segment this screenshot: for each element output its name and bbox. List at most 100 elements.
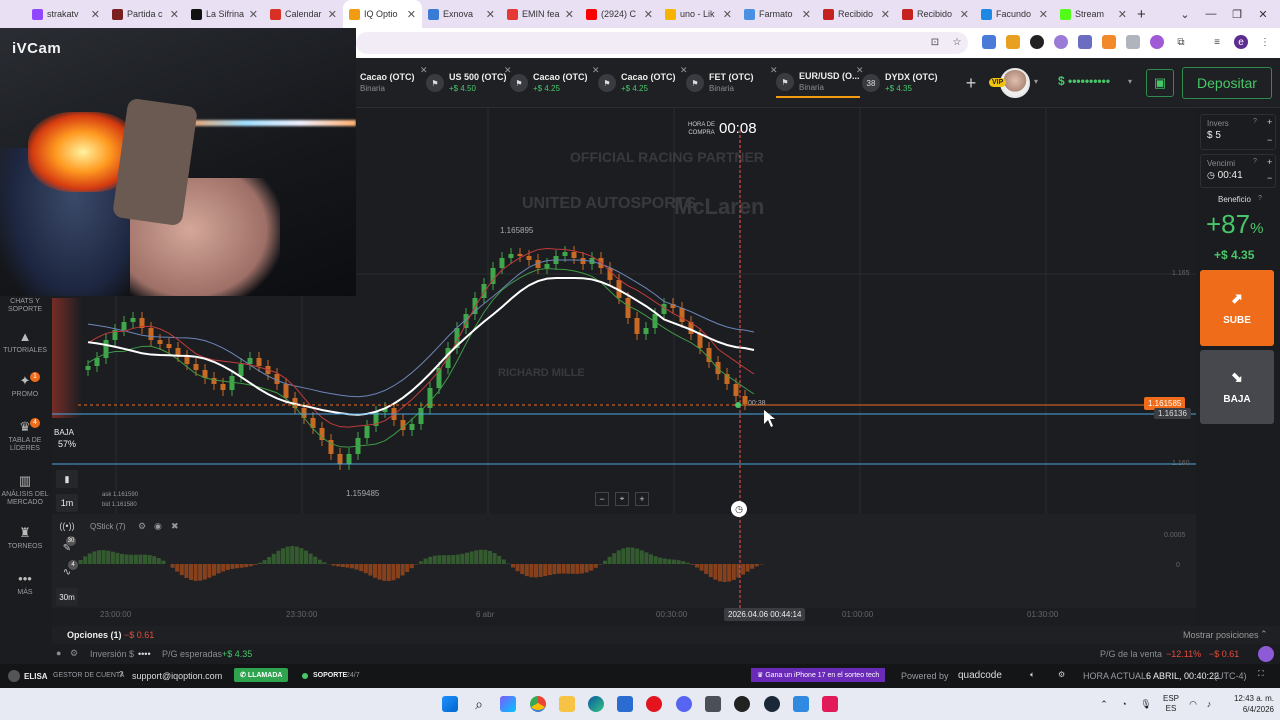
start-windows-icon[interactable]	[442, 696, 458, 712]
sidebar-item-tournaments[interactable]: ♜ TORNEOS	[0, 526, 50, 551]
omnibox[interactable]	[356, 32, 968, 54]
call-button[interactable]: ✆ LLAMADA	[234, 668, 289, 682]
candle-type-button[interactable]: ▮	[56, 470, 78, 488]
sidebar-item-chat-support[interactable]: CHATS Y SOPORTE	[0, 298, 50, 314]
tab-close-icon[interactable]: ✕	[91, 8, 100, 21]
microphone-icon[interactable]: 🎙︎	[1138, 688, 1154, 720]
expiry-value-row[interactable]: ◷ 00:41	[1201, 168, 1275, 181]
extension-icon-3[interactable]	[1054, 35, 1068, 49]
install-app-icon[interactable]: ⊡	[928, 35, 942, 49]
asset-tab[interactable]: ✕ ⚑ Cacao (OTC) +$ 4.25	[592, 65, 676, 98]
obs-icon[interactable]	[734, 696, 750, 712]
footer-settings-icon[interactable]: ⚙	[1058, 670, 1065, 679]
asset-close-icon[interactable]: ✕	[856, 65, 864, 76]
sidebar-item-leaderboard[interactable]: ♛ TABLA DE LÍDERES 4	[0, 418, 50, 453]
tab-close-icon[interactable]: ✕	[960, 8, 969, 21]
chat-bubble-icon[interactable]	[1258, 646, 1274, 662]
sidebar-item-market-analysis[interactable]: ▥ ANÁLISIS DEL MERCADO	[0, 474, 50, 507]
asset-tab[interactable]: Cacao (OTC) Binaria	[360, 68, 415, 98]
browser-tab[interactable]: Calendar ✕	[264, 0, 343, 28]
steam-icon[interactable]	[764, 696, 780, 712]
zoom-in-button[interactable]: +	[635, 492, 649, 506]
investment-increase-button[interactable]: +	[1267, 117, 1272, 127]
asset-tab[interactable]: ✕ ⚑ FET (OTC) Binaria	[680, 65, 754, 98]
asset-tab[interactable]: ✕ ⚑ US 500 (OTC) +$ 4.50	[420, 65, 507, 98]
timeframe-button[interactable]: 1m	[56, 494, 78, 512]
tab-close-icon[interactable]: ✕	[249, 8, 258, 21]
indicator-visibility-icon[interactable]: ◉	[154, 521, 162, 532]
sidebar-item-tutorials[interactable]: ▲ TUTORIALES	[0, 330, 50, 355]
balance-display[interactable]: $ ••••••••••	[1058, 74, 1110, 88]
balance-dropdown-icon[interactable]: ▾	[1128, 77, 1132, 86]
down-button[interactable]: ⬊ BAJA	[1200, 350, 1274, 424]
expiry-increase-button[interactable]: +	[1267, 157, 1272, 167]
tab-close-icon[interactable]: ✕	[170, 8, 179, 21]
show-positions-button[interactable]: Mostrar posiciones	[1183, 630, 1259, 640]
asset-close-icon[interactable]: ✕	[420, 65, 428, 76]
indicator-settings-icon[interactable]: ⚙	[138, 521, 146, 532]
zoom-out-button[interactable]: −	[595, 492, 609, 506]
tray-app-icon[interactable]: ◔	[1116, 688, 1132, 720]
sidebar-item-more[interactable]: ••• MÁS	[0, 572, 50, 597]
tab-close-icon[interactable]: ✕	[723, 8, 732, 21]
settings-icon[interactable]: ⚙	[70, 648, 78, 659]
tab-close-icon[interactable]: ✕	[881, 8, 890, 21]
indicator-name[interactable]: QStick (7)	[90, 522, 126, 531]
browser-tab[interactable]: strakatv ✕	[0, 0, 106, 28]
deposit-button[interactable]: Depositar	[1182, 67, 1272, 99]
browser-tab[interactable]: Partida c ✕	[106, 0, 185, 28]
opera-icon[interactable]	[646, 696, 662, 712]
new-tab-button[interactable]: +	[1137, 6, 1146, 23]
volume-icon[interactable]: 🔈︎	[1030, 670, 1035, 680]
cashier-icon[interactable]: ▣	[1146, 69, 1174, 97]
sidebar-item-promo[interactable]: ✦ PROMO 1	[0, 372, 50, 399]
tab-close-icon[interactable]: ✕	[486, 8, 495, 21]
extension-icon-4[interactable]	[1078, 35, 1092, 49]
asset-close-icon[interactable]: ✕	[680, 65, 688, 76]
shield-extension-icon[interactable]	[1126, 35, 1140, 49]
browser-tab[interactable]: Recibido ✕	[896, 0, 975, 28]
search-icon[interactable]: ⌕	[471, 696, 487, 712]
calculator-icon[interactable]	[705, 696, 721, 712]
extension-icon-2[interactable]	[1030, 35, 1044, 49]
browser-tab[interactable]: Farmato ✕	[738, 0, 817, 28]
tab-close-icon[interactable]: ✕	[1039, 8, 1048, 21]
expiry-clock-icon[interactable]: ◷	[731, 501, 747, 517]
fullscreen-icon[interactable]: ⛶	[1258, 669, 1264, 679]
extension-icon-1[interactable]	[1006, 35, 1020, 49]
expiry-field[interactable]: Vencimi ◷ 00:41 ? + −	[1200, 154, 1276, 188]
ivcam-icon[interactable]	[793, 696, 809, 712]
chrome-icon[interactable]	[530, 696, 546, 712]
close-window-button[interactable]: ✕	[1246, 0, 1280, 28]
language-indicator[interactable]: ESP ES	[1158, 688, 1184, 720]
file-explorer-icon[interactable]	[559, 696, 575, 712]
tray-chevron-icon[interactable]: ⌃	[1096, 688, 1112, 720]
support-email[interactable]: support@iqoption.com	[132, 671, 222, 681]
tab-close-icon[interactable]: ✕	[802, 8, 811, 21]
info-icon[interactable]: ●	[56, 648, 61, 658]
chevron-up-icon[interactable]: ⌃	[1260, 629, 1268, 640]
asset-tab[interactable]: ✕ ⚑ Cacao (OTC) +$ 4.25	[504, 65, 588, 98]
browser-tab[interactable]: Stream ✕	[1054, 0, 1133, 28]
browser-tab[interactable]: La Sifrina ✕	[185, 0, 264, 28]
expiry-decrease-button[interactable]: −	[1267, 173, 1272, 183]
tab-close-icon[interactable]: ✕	[644, 8, 653, 21]
browser-tab[interactable]: Recibido ✕	[817, 0, 896, 28]
browser-tab[interactable]: IQ Optio ✕	[343, 0, 422, 28]
browser-tab[interactable]: Facundo ✕	[975, 0, 1054, 28]
tab-close-icon[interactable]: ✕	[407, 8, 416, 21]
browser-tab[interactable]: Exnova ✕	[422, 0, 501, 28]
reading-list-icon[interactable]: ≡	[1210, 35, 1224, 49]
store-icon[interactable]	[617, 696, 633, 712]
tab-close-icon[interactable]: ✕	[328, 8, 337, 21]
profile-avatar-icon[interactable]: e	[1234, 35, 1248, 49]
asset-tab[interactable]: ✕ 38 DYDX (OTC) +$ 4.35	[856, 65, 938, 98]
investment-value[interactable]: $ 5	[1201, 128, 1275, 141]
options-count[interactable]: Opciones (1)	[67, 630, 122, 640]
browser-tab[interactable]: (2924) C ✕	[580, 0, 659, 28]
account-manager-label[interactable]: GESTOR DE CUENTA	[53, 672, 124, 679]
translate-extension-icon[interactable]	[982, 35, 996, 49]
browser-tab[interactable]: EMIN fea ✕	[501, 0, 580, 28]
discord-icon[interactable]	[676, 696, 692, 712]
browser-tab[interactable]: uno - Lik ✕	[659, 0, 738, 28]
